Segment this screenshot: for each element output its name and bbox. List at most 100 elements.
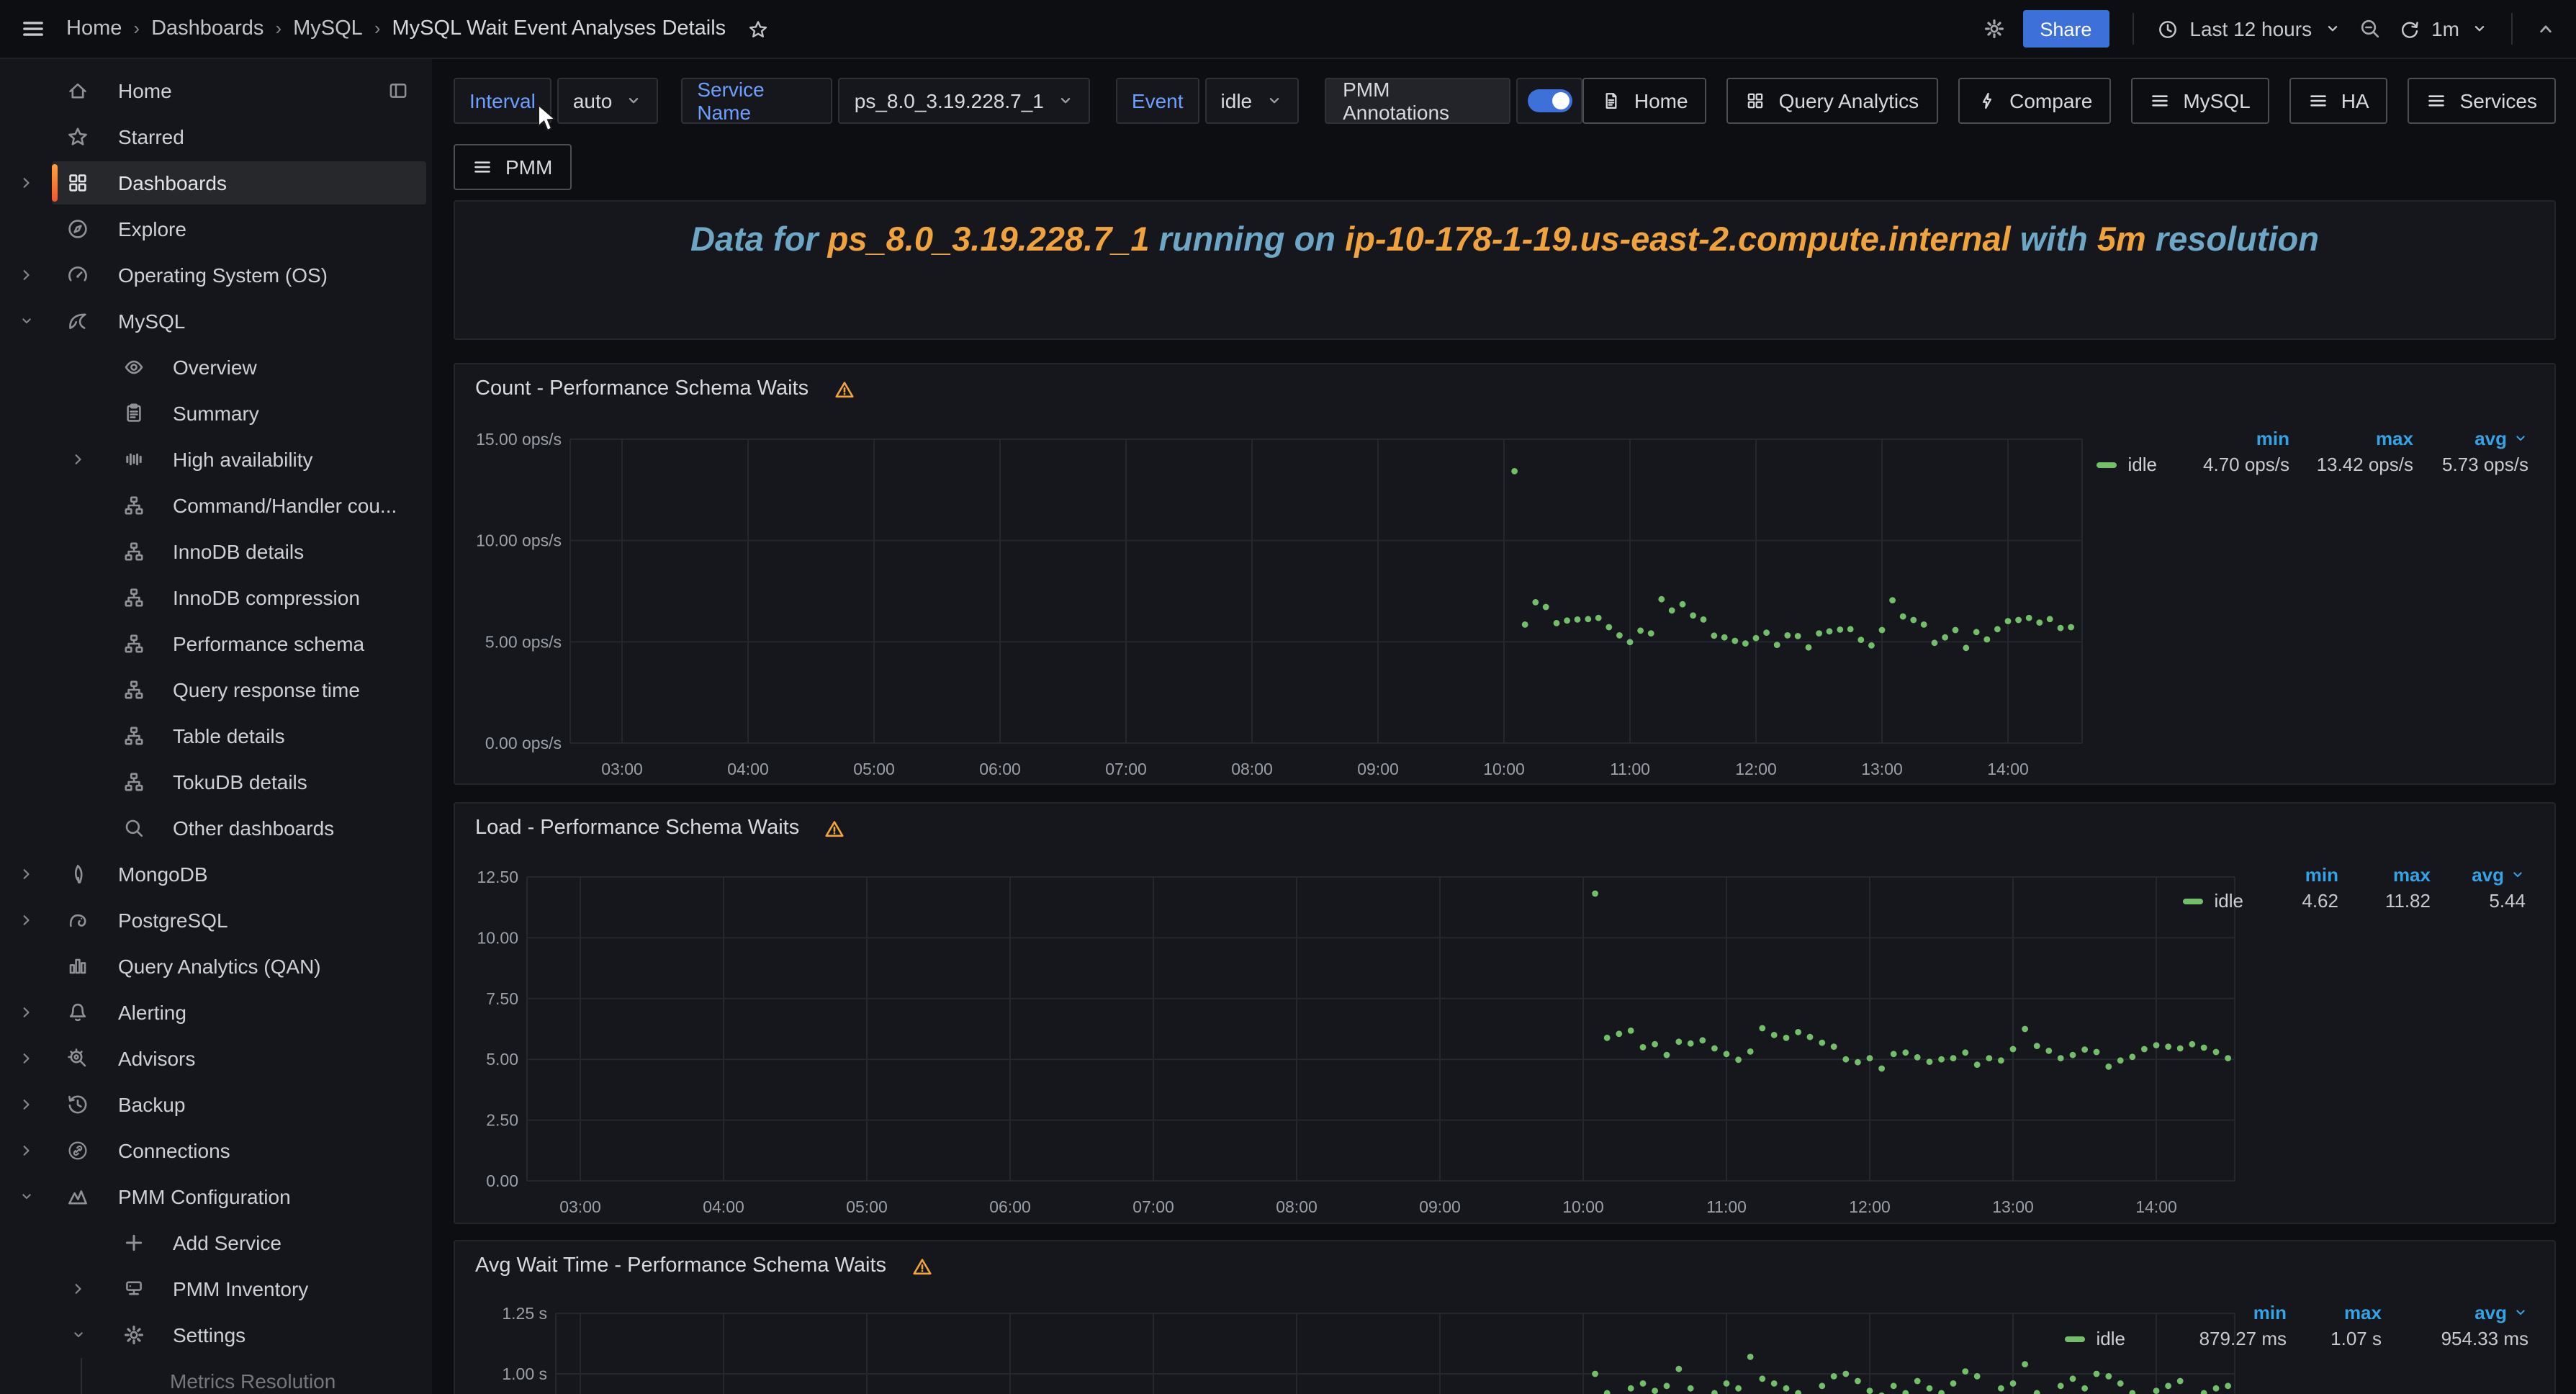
event-select[interactable]: idle — [1205, 78, 1299, 124]
chevron-down-icon[interactable] — [71, 1327, 86, 1343]
sidebar-item-mysql[interactable]: MySQL — [0, 298, 432, 344]
link-button-ha[interactable]: HA — [2289, 78, 2388, 124]
zoom-out-icon[interactable] — [2358, 17, 2381, 40]
link-button-home[interactable]: Home — [1582, 78, 1707, 124]
sidebar-item-command-handler-cou[interactable]: Command/Handler cou... — [0, 482, 432, 529]
legend: minmaxavgidle879.27 ms1.07 s954.33 ms — [2065, 1302, 2529, 1349]
sidebar-item-innodb-compression[interactable]: InnoDB compression — [0, 575, 432, 621]
interval-label[interactable]: Interval — [454, 78, 551, 124]
sidebar-item-advisors[interactable]: Advisors — [0, 1035, 432, 1082]
sidebar-item-label: Metrics Resolution — [170, 1370, 335, 1393]
legend-header-min[interactable]: min — [2125, 1302, 2287, 1323]
sidebar-item-pmm-inventory[interactable]: PMM Inventory — [0, 1266, 432, 1312]
data-point — [2034, 1390, 2040, 1394]
link-label: Query Analytics — [1779, 89, 1919, 112]
x-axis-label: 09:00 — [1357, 760, 1399, 778]
data-point — [1731, 638, 1738, 644]
event-label[interactable]: Event — [1116, 78, 1199, 124]
chevron-right-icon[interactable] — [19, 1143, 35, 1159]
chevron-right-icon[interactable] — [19, 866, 35, 882]
data-point — [1986, 1055, 1992, 1061]
link-button-services[interactable]: Services — [2408, 78, 2556, 124]
legend-header-max[interactable]: max — [2287, 1302, 2382, 1323]
data-point — [1783, 1035, 1790, 1041]
chevron-right-icon[interactable] — [19, 267, 35, 283]
sidebar-item-settings[interactable]: Settings — [0, 1312, 432, 1358]
sidebar-item-add-service[interactable]: Add Service — [0, 1220, 432, 1266]
sidebar-item-connections[interactable]: Connections — [0, 1128, 432, 1174]
data-point — [1543, 604, 1549, 611]
breadcrumb-item-mysql[interactable]: MySQL — [293, 17, 363, 40]
data-point — [1842, 1371, 1849, 1377]
sidebar-item-operating-system-os[interactable]: Operating System (OS) — [0, 252, 432, 298]
sidebar-item-overview[interactable]: Overview — [0, 344, 432, 390]
breadcrumb-item-dashboards[interactable]: Dashboards — [151, 17, 264, 40]
sidebar-item-metrics-resolution[interactable]: Metrics Resolution — [0, 1358, 432, 1394]
legend-series-idle[interactable]: idle — [2097, 454, 2158, 475]
hamburger-menu-icon[interactable] — [20, 16, 46, 42]
pmm-annotations-toggle[interactable] — [1517, 78, 1582, 124]
chevron-right-icon[interactable] — [19, 912, 35, 928]
sidebar-item-starred[interactable]: Starred — [0, 114, 432, 160]
sidebar-item-tokudb-details[interactable]: TokuDB details — [0, 759, 432, 805]
sidebar-item-innodb-details[interactable]: InnoDB details — [0, 529, 432, 575]
sidebar-item-query-response-time[interactable]: Query response time — [0, 667, 432, 713]
chevron-right-icon[interactable] — [71, 451, 86, 467]
sidebar-item-home[interactable]: Home — [0, 68, 432, 114]
x-axis-label: 10:00 — [1562, 1197, 1604, 1216]
chevron-down-icon[interactable] — [19, 313, 35, 329]
legend-series-idle[interactable]: idle — [2065, 1328, 2126, 1349]
legend-header-max[interactable]: max — [2338, 864, 2431, 886]
sidebar-item-table-details[interactable]: Table details — [0, 713, 432, 759]
chevron-right-icon[interactable] — [19, 1004, 35, 1020]
chevron-right-icon[interactable] — [19, 1097, 35, 1112]
favorite-star-icon[interactable] — [747, 18, 769, 40]
sidebar-item-dashboards[interactable]: Dashboards — [0, 160, 432, 206]
data-point — [1819, 1382, 1825, 1389]
dock-sidebar-icon[interactable] — [387, 80, 409, 102]
link-button-compare[interactable]: Compare — [1958, 78, 2111, 124]
share-button[interactable]: Share — [2022, 10, 2109, 48]
sidebar-item-postgresql[interactable]: PostgreSQL — [0, 897, 432, 943]
interval-select[interactable]: auto — [557, 78, 659, 124]
caret-up-icon[interactable] — [2536, 19, 2556, 39]
history-icon — [66, 1093, 89, 1116]
service-name-select[interactable]: ps_8.0_3.19.228.7_1 — [839, 78, 1090, 124]
sidebar-item-other-dashboards[interactable]: Other dashboards — [0, 805, 432, 851]
time-range-picker[interactable]: Last 12 hours — [2156, 17, 2341, 40]
dashboard-settings-gear-icon[interactable] — [1982, 17, 2005, 40]
legend-header-avg[interactable]: avg — [2382, 1302, 2528, 1323]
breadcrumb-item-home[interactable]: Home — [66, 17, 122, 40]
link-button-pmm[interactable]: PMM — [454, 144, 571, 190]
sidebar-item-summary[interactable]: Summary — [0, 390, 432, 436]
refresh-picker[interactable]: 1m — [2398, 17, 2488, 40]
link-button-query-analytics[interactable]: Query Analytics — [1727, 78, 1938, 124]
data-point — [1721, 634, 1728, 641]
app-root: Home›Dashboards›MySQL›MySQL Wait Event A… — [0, 0, 2576, 1394]
legend-header-max[interactable]: max — [2289, 428, 2413, 449]
chevron-right-icon[interactable] — [71, 1281, 86, 1297]
legend-header-avg[interactable]: avg — [2431, 864, 2526, 886]
sidebar: HomeStarredDashboardsExploreOperating Sy… — [0, 59, 432, 1394]
chevron-right-icon[interactable] — [19, 175, 35, 191]
chevron-right-icon[interactable] — [19, 1051, 35, 1066]
data-point — [1658, 596, 1665, 603]
chevron-down-icon[interactable] — [19, 1189, 35, 1205]
sidebar-item-explore[interactable]: Explore — [0, 206, 432, 252]
service-name-label[interactable]: Service Name — [681, 78, 832, 124]
sidebar-item-alerting[interactable]: Alerting — [0, 989, 432, 1035]
sidebar-item-high-availability[interactable]: High availability — [0, 436, 432, 482]
legend-header-min[interactable]: min — [2157, 428, 2289, 449]
breadcrumb-separator: › — [122, 17, 151, 39]
sidebar-item-label: Add Service — [173, 1231, 282, 1254]
mountain-icon — [66, 1185, 89, 1208]
link-button-mysql[interactable]: MySQL — [2131, 78, 2269, 124]
legend-header-min[interactable]: min — [2243, 864, 2338, 886]
sidebar-item-performance-schema[interactable]: Performance schema — [0, 621, 432, 667]
sidebar-item-mongodb[interactable]: MongoDB — [0, 851, 432, 897]
sidebar-item-query-analytics-qan[interactable]: Query Analytics (QAN) — [0, 943, 432, 989]
legend-header-avg[interactable]: avg — [2413, 428, 2528, 449]
sidebar-item-pmm-configuration[interactable]: PMM Configuration — [0, 1174, 432, 1220]
sidebar-item-backup[interactable]: Backup — [0, 1082, 432, 1128]
legend-series-idle[interactable]: idle — [2183, 890, 2244, 912]
